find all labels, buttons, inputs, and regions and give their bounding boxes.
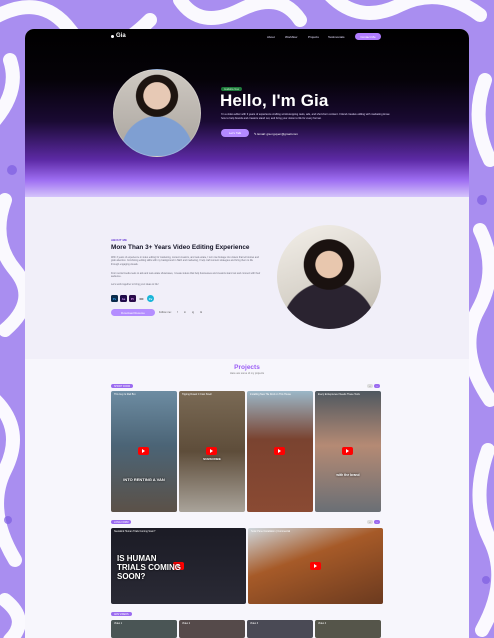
photoshop-icon: Ps (111, 295, 118, 302)
about-portrait (277, 225, 381, 329)
video-title: Video 1 (114, 622, 123, 625)
top-nav: Gia About Workflow Projects Testimonials… (25, 29, 469, 47)
play-icon[interactable] (138, 447, 149, 455)
video-card[interactable]: Video 3 (247, 620, 313, 638)
tool-icons: Ps Ae Pr CC Cv (111, 295, 154, 302)
lets-talk-button[interactable]: Let's Talk (221, 129, 249, 137)
linkedin-icon[interactable]: in (184, 311, 186, 314)
video-title: Installing New Tile Roof on This House (250, 393, 292, 396)
play-icon[interactable] (342, 447, 353, 455)
video-title: This Guy Is Rad Bro (114, 393, 136, 396)
logo-dot-icon (111, 34, 114, 38)
projects-title: Projects (234, 364, 260, 371)
video-title: Neuralink Human Trials Coming Soon? (114, 530, 156, 533)
video-title: Video 4 (318, 622, 327, 625)
next-arrow-icon[interactable]: › (374, 384, 380, 388)
video-card[interactable]: Neuralink Human Trials Coming Soon? IS H… (111, 528, 246, 604)
video-title: Video 3 (250, 622, 259, 625)
premiere-icon: Pr (129, 295, 136, 302)
instagram-icon[interactable]: ig (192, 311, 194, 314)
facebook-icon[interactable]: f (177, 311, 178, 314)
capcut-icon: CC (138, 295, 145, 302)
about-title: More Than 3+ Years Video Editing Experie… (111, 244, 250, 251)
video-overlay-text: SUBSCRIBE (203, 457, 221, 461)
hero-email[interactable]: ✎ Email: gia.nguyen@gmail.com (254, 132, 298, 136)
video-card[interactable]: Every Entrepreneur Needs These Tools wit… (315, 391, 381, 512)
video-card[interactable]: Tipping Dowel C Cost Smell SUBSCRIBE (179, 391, 245, 512)
video-title: Solar Panel Installation | Commercial (251, 530, 291, 533)
portfolio-page: Gia About Workflow Projects Testimonials… (25, 29, 469, 638)
contact-button[interactable]: Contact Me (355, 33, 381, 40)
nav-link-about[interactable]: About (267, 35, 275, 39)
about-paragraph: From social media reels to ads and real … (111, 272, 261, 279)
next-arrow-icon[interactable]: › (374, 520, 380, 524)
projects-subtitle: Here are some of my projects (229, 372, 265, 375)
video-title: Tipping Dowel C Cost Smell (182, 393, 212, 396)
tiktok-icon[interactable]: tk (200, 311, 202, 314)
carousel-controls: ‹ › (367, 520, 380, 524)
play-icon[interactable] (310, 562, 321, 570)
projects-section: Projects Here are some of my projects SH… (25, 359, 469, 638)
video-card[interactable]: Video 4 (315, 620, 381, 638)
about-paragraph: Let's work together to bring your ideas … (111, 283, 159, 286)
video-card[interactable]: Video 2 (179, 620, 245, 638)
about-paragraph: With 3 years of experience in video edit… (111, 256, 259, 266)
category-long-form: LONG FORM (111, 520, 132, 524)
video-card[interactable]: Solar Panel Installation | Commercial (248, 528, 383, 604)
video-card[interactable]: Video 1 (111, 620, 177, 638)
video-title: Video 2 (182, 622, 191, 625)
download-resume-button[interactable]: Download Resume (111, 309, 155, 316)
after-effects-icon: Ae (120, 295, 127, 302)
email-text: Email: gia.nguyen@gmail.com (257, 132, 298, 136)
hero-description: I'm a video editor with 3 years of exper… (221, 113, 391, 120)
video-title: Every Entrepreneur Needs These Tools (318, 393, 360, 396)
logo-text: Gia (116, 33, 126, 39)
site-logo[interactable]: Gia (111, 33, 126, 39)
category-short-form: SHORT FORM (111, 384, 133, 388)
video-overlay-text: with the brand (336, 473, 360, 477)
category-ads: ADS VIDEOS (111, 612, 132, 616)
video-overlay-text: IS HUMAN TRIALS COMING SOON? (117, 554, 181, 581)
hero-avatar (113, 69, 201, 157)
nav-link-projects[interactable]: Projects (308, 35, 319, 39)
about-section: ABOUT ME More Than 3+ Years Video Editin… (25, 197, 469, 359)
video-card[interactable]: Installing New Tile Roof on This House (247, 391, 313, 512)
play-icon[interactable] (274, 447, 285, 455)
prev-arrow-icon[interactable]: ‹ (367, 520, 373, 524)
about-eyebrow: ABOUT ME (111, 238, 127, 242)
video-card[interactable]: This Guy Is Rad Bro INTO RENTING A VAN (111, 391, 177, 512)
canva-icon: Cv (147, 295, 154, 302)
nav-link-workflow[interactable]: Workflow (285, 35, 297, 39)
hero-title: Hello, I'm Gia (220, 91, 329, 110)
nav-link-testimonials[interactable]: Testimonials (328, 35, 345, 39)
follow-label: Follow me: (159, 311, 172, 314)
play-icon[interactable] (206, 447, 217, 455)
hero-section: Gia About Workflow Projects Testimonials… (25, 29, 469, 197)
prev-arrow-icon[interactable]: ‹ (367, 384, 373, 388)
carousel-controls: ‹ › (367, 384, 380, 388)
video-overlay-text: INTO RENTING A VAN (123, 477, 165, 482)
